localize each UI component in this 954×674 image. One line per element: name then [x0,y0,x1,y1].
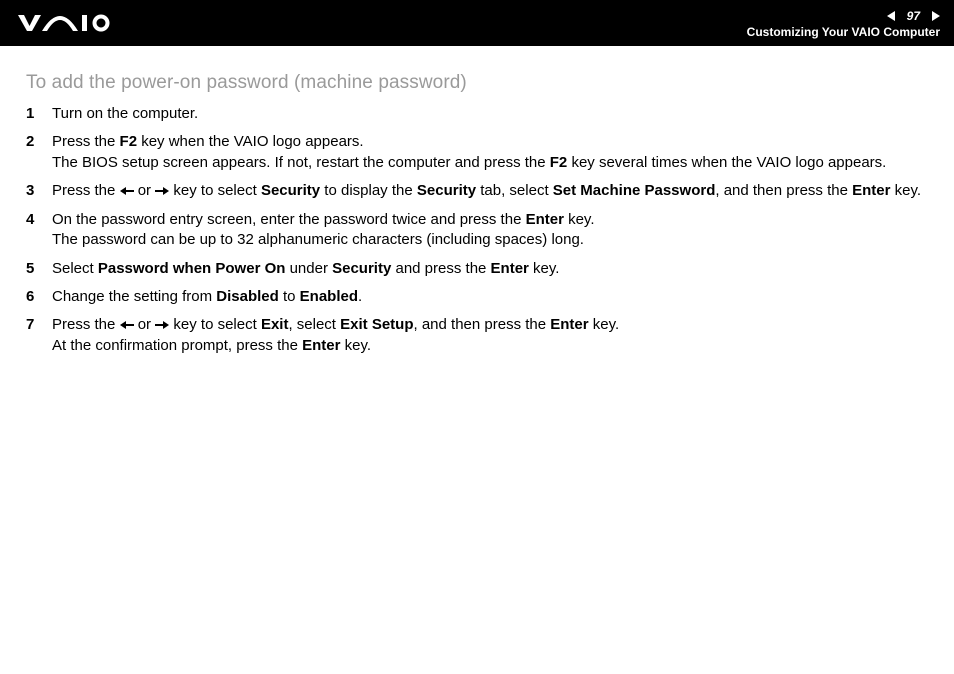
key-name: Enter [550,316,588,333]
text: Change the setting from [52,288,216,305]
key-name: Enter [491,260,529,277]
text: , select [288,316,340,333]
ui-term: Disabled [216,288,279,305]
ui-term: Set Machine Password [553,182,716,199]
text: or [134,316,156,333]
text: key. [890,182,921,199]
step-body: Turn on the computer. [52,104,928,124]
step-number: 4 [26,210,52,230]
text: On the password entry screen, enter the … [52,211,526,228]
content: To add the power-on password (machine pa… [0,46,954,357]
step-body: Select Password when Power On under Secu… [52,259,928,279]
step-2: 2 Press the F2 key when the VAIO logo ap… [26,132,928,173]
text: . [358,288,362,305]
text: At the confirmation prompt, press the [52,337,302,354]
text: key. [529,260,560,277]
step-4: 4 On the password entry screen, enter th… [26,210,928,251]
text: key. [340,337,371,354]
text: Press the [52,133,120,150]
key-name: F2 [550,154,568,171]
text: The password can be up to 32 alphanumeri… [52,231,584,248]
key-name: Enter [526,211,564,228]
page-number: 97 [907,9,920,23]
nav-next-icon[interactable] [926,11,940,21]
arrow-left-icon [120,316,134,336]
ui-term: Exit [261,316,289,333]
text: key to select [169,182,261,199]
step-body: On the password entry screen, enter the … [52,210,928,251]
text: , and then press the [715,182,852,199]
step-number: 5 [26,259,52,279]
text: Press the [52,182,120,199]
header-right: 97 Customizing Your VAIO Computer [747,7,940,39]
step-body: Press the F2 key when the VAIO logo appe… [52,132,928,173]
step-1: 1 Turn on the computer. [26,104,928,124]
step-number: 6 [26,287,52,307]
section-title: Customizing Your VAIO Computer [747,25,940,39]
step-6: 6 Change the setting from Disabled to En… [26,287,928,307]
text: to display the [320,182,417,199]
text: key several times when the VAIO logo app… [567,154,886,171]
step-body: Press the or key to select Security to d… [52,181,928,202]
step-number: 1 [26,104,52,124]
text: , and then press the [414,316,551,333]
step-3: 3 Press the or key to select Security to… [26,181,928,202]
text: Select [52,260,98,277]
text: key. [564,211,595,228]
text: The BIOS setup screen appears. If not, r… [52,154,550,171]
ui-term: Exit Setup [340,316,413,333]
key-name: F2 [120,133,138,150]
text: under [285,260,332,277]
ui-term: Security [261,182,320,199]
arrow-right-icon [155,316,169,336]
step-7: 7 Press the or key to select Exit, selec… [26,315,928,357]
text: Press the [52,316,120,333]
step-body: Press the or key to select Exit, select … [52,315,928,357]
ui-term: Password when Power On [98,260,286,277]
step-number: 7 [26,315,52,335]
page-title: To add the power-on password (machine pa… [26,72,928,94]
key-name: Enter [302,337,340,354]
text: or [134,182,156,199]
arrow-left-icon [120,182,134,202]
text: and press the [391,260,490,277]
ui-term: Enabled [300,288,358,305]
step-number: 2 [26,132,52,152]
step-body: Change the setting from Disabled to Enab… [52,287,928,307]
step-5: 5 Select Password when Power On under Se… [26,259,928,279]
text: key to select [169,316,261,333]
steps-list: 1 Turn on the computer. 2 Press the F2 k… [26,104,928,357]
nav-prev-icon[interactable] [887,11,901,21]
header-bar: 97 Customizing Your VAIO Computer [0,0,954,46]
text: tab, select [476,182,553,199]
key-name: Enter [852,182,890,199]
text: key. [589,316,620,333]
step-number: 3 [26,181,52,201]
text: to [279,288,300,305]
text: key when the VAIO logo appears. [137,133,364,150]
ui-term: Security [332,260,391,277]
arrow-right-icon [155,182,169,202]
ui-term: Security [417,182,476,199]
page-nav: 97 [887,9,940,23]
vaio-logo [18,14,138,32]
